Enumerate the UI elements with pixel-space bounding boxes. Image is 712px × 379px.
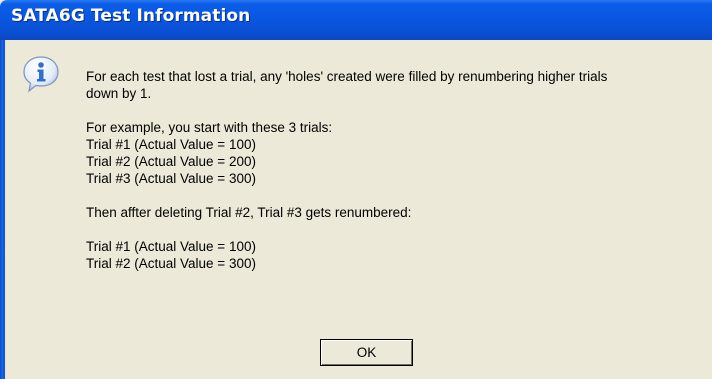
title-bar[interactable]: SATA6G Test Information xyxy=(0,0,712,40)
trial-after-2: Trial #2 (Actual Value = 300) xyxy=(86,256,256,271)
then-line: Then affter deleting Trial #2, Trial #3 … xyxy=(86,205,412,220)
ok-button[interactable]: OK xyxy=(320,339,413,366)
dialog-window: SATA6G Test Information For each test th… xyxy=(0,0,712,379)
trial-after-1: Trial #1 (Actual Value = 100) xyxy=(86,239,256,254)
example-intro: For example, you start with these 3 tria… xyxy=(86,120,333,135)
trial-before-3: Trial #3 (Actual Value = 300) xyxy=(86,171,256,186)
trial-before-1: Trial #1 (Actual Value = 100) xyxy=(86,137,256,152)
message-line: For each test that lost a trial, any 'ho… xyxy=(86,69,608,84)
message-line: down by 1. xyxy=(86,86,152,101)
message-text: For each test that lost a trial, any 'ho… xyxy=(86,68,696,272)
trial-before-2: Trial #2 (Actual Value = 200) xyxy=(86,154,256,169)
window-frame-left xyxy=(0,40,5,379)
window-title: SATA6G Test Information xyxy=(11,6,251,26)
information-icon xyxy=(23,56,59,93)
